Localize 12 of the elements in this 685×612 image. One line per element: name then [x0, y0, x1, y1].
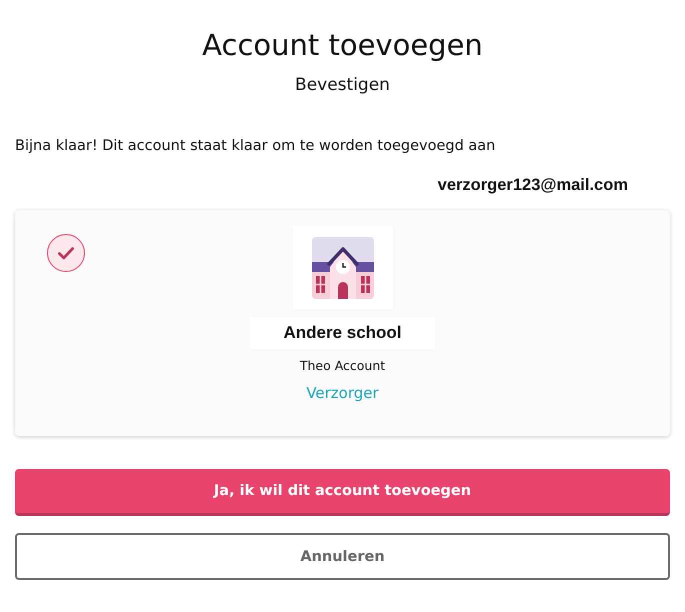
cancel-button[interactable]: Annuleren	[15, 533, 670, 580]
page-title: Account toevoegen	[201, 27, 484, 64]
school-icon	[312, 236, 374, 298]
page-subtitle: Bevestigen	[294, 74, 391, 97]
confirm-button[interactable]: Ja, ik wil dit account toevoegen	[15, 469, 670, 516]
account-card[interactable]: Andere school Theo Account Verzorger	[15, 210, 670, 436]
check-icon[interactable]	[47, 234, 85, 272]
account-role: Verzorger	[306, 383, 379, 403]
message-text: Bijna klaar! Dit account staat klaar om te worden toegevoegd aan	[15, 137, 496, 156]
account-name: Theo Account	[300, 357, 386, 375]
school-name: Andere school	[250, 317, 435, 349]
email-address: verzorger123@mail.com	[438, 175, 628, 196]
